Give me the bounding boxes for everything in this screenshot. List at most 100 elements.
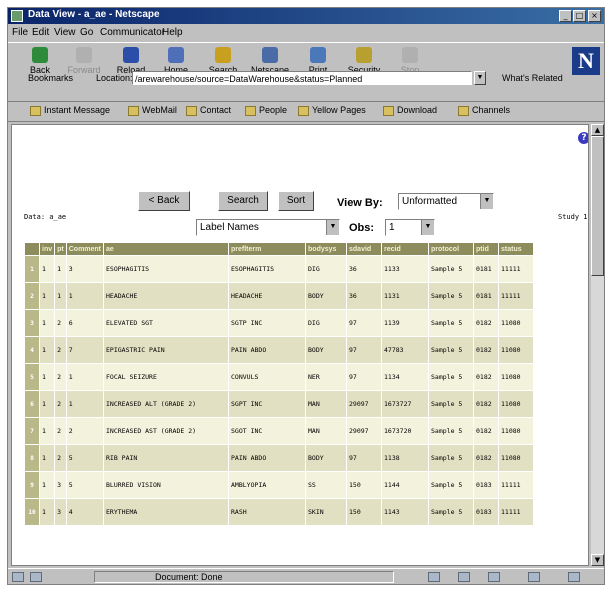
bookmarks-button[interactable]: Bookmarks	[28, 73, 73, 83]
home-icon	[168, 47, 184, 63]
sort-button[interactable]: Sort	[278, 191, 314, 211]
back-page-button[interactable]: < Back	[138, 191, 190, 211]
recid-cell: 1138	[382, 445, 429, 471]
people-link[interactable]: People	[245, 105, 287, 116]
column-header[interactable]: ptid	[474, 243, 499, 255]
title-bar[interactable]: Data View - a_ae - Netscape _ □ ×	[8, 8, 604, 24]
composer-icon[interactable]	[528, 572, 540, 582]
table-row[interactable]: 5 1 2 1 FOCAL SEIZURE CONVULS NER 97 1134 Sample …	[25, 364, 534, 390]
comment-cell: 2	[66, 418, 104, 444]
column-header[interactable]: bodysys	[306, 243, 347, 255]
discussion-icon[interactable]	[488, 572, 500, 582]
obs-select[interactable]: 1 ▼	[385, 219, 435, 236]
menu-go[interactable]: Go	[80, 27, 93, 38]
status-text: Document: Done	[94, 571, 394, 583]
status-cell: 11080	[499, 391, 534, 417]
bookmark-icon	[30, 105, 41, 116]
status-cell: 11111	[499, 283, 534, 309]
column-header[interactable]: pt	[55, 243, 66, 255]
mail-icon[interactable]	[458, 572, 470, 582]
bodysys-cell: SS	[306, 472, 347, 498]
data-table: inv pt Comment ae preflterm bodysys sdav…	[24, 242, 534, 526]
column-header[interactable]: recid	[382, 243, 429, 255]
webmail-link[interactable]: WebMail	[128, 105, 177, 116]
column-header[interactable]: preflterm	[229, 243, 306, 255]
column-header[interactable]: status	[499, 243, 534, 255]
whats-related-button[interactable]: What's Related	[502, 73, 563, 83]
table-row[interactable]: 9 1 3 5 BLURRED VISION AMBLYOPIA SS 150 1144 Samp…	[25, 472, 534, 498]
row-number: 1	[25, 256, 39, 282]
preflterm-cell: SGPT INC	[229, 391, 306, 417]
column-header[interactable]: protocol	[429, 243, 474, 255]
help-icon[interactable]: ?	[578, 132, 588, 144]
table-row[interactable]: 10 1 3 4 ERYTHEMA RASH SKIN 150 1143 Sample 5 0183…	[25, 499, 534, 525]
menu-help[interactable]: Help	[162, 27, 183, 38]
maximize-button[interactable]: □	[573, 10, 586, 22]
inv-cell: 1	[40, 256, 55, 282]
back-arrow-icon	[32, 47, 48, 63]
status-cell: 11111	[499, 472, 534, 498]
menu-communicator[interactable]: Communicator	[100, 27, 165, 38]
inv-cell: 1	[40, 445, 55, 471]
sdavid-cell: 150	[347, 472, 382, 498]
ptid-cell: 0182	[474, 445, 499, 471]
column-header[interactable]	[25, 243, 39, 255]
status-cell: 11080	[499, 310, 534, 336]
comment-cell: 7	[66, 337, 104, 363]
search-page-button[interactable]: Search	[218, 191, 268, 211]
inv-cell: 1	[40, 337, 55, 363]
bookmark-icon	[186, 105, 197, 116]
protocol-cell: Sample 5	[429, 445, 474, 471]
ae-cell: INCREASED AST (GRADE 2)	[104, 418, 229, 444]
download-link[interactable]: Download	[383, 105, 437, 116]
table-row[interactable]: 8 1 2 5 RIB PAIN PAIN ABDO BODY 97 1138 Sample 50…	[25, 445, 534, 471]
scroll-down-icon[interactable]: ▼	[591, 554, 604, 566]
menu-view[interactable]: View	[54, 27, 76, 38]
vertical-scrollbar[interactable]: ▲ ▼	[591, 124, 604, 566]
window-title: Data View - a_ae - Netscape	[28, 9, 160, 20]
row-number: 9	[25, 472, 39, 498]
yellow-pages-label: Yellow Pages	[312, 105, 366, 115]
label-names-select[interactable]: Label Names ▼	[196, 219, 340, 236]
dock-icon[interactable]	[568, 572, 580, 582]
ae-cell: BLURRED VISION	[104, 472, 229, 498]
column-header[interactable]: sdavid	[347, 243, 382, 255]
menu-edit[interactable]: Edit	[32, 27, 49, 38]
column-header[interactable]: inv	[40, 243, 55, 255]
menu-file[interactable]: File	[12, 27, 28, 38]
column-header[interactable]: ae	[104, 243, 229, 255]
location-dropdown-icon[interactable]: ▼	[474, 71, 486, 85]
recid-cell: 1673720	[382, 418, 429, 444]
scrollbar-thumb[interactable]	[591, 136, 604, 276]
view-by-value: Unformatted	[402, 196, 458, 207]
minimize-button[interactable]: _	[559, 10, 572, 22]
navigator-icon[interactable]	[428, 572, 440, 582]
instant-message-link[interactable]: Instant Message	[30, 105, 110, 116]
pt-cell: 2	[55, 445, 66, 471]
comment-cell: 6	[66, 310, 104, 336]
netscape-app-icon[interactable]	[11, 10, 23, 22]
table-row[interactable]: 4 1 2 7 EPIGASTRIC PAIN PAIN ABDO BODY 97 47783 S…	[25, 337, 534, 363]
table-row[interactable]: 7 1 2 2 INCREASED AST (GRADE 2) SGOT INC MAN 29…	[25, 418, 534, 444]
close-button[interactable]: ×	[588, 10, 601, 22]
sdavid-cell: 97	[347, 337, 382, 363]
table-row[interactable]: 1 1 1 3 ESOPHAGITIS ESOPHAGITIS DIG 36 1133 Sampl…	[25, 256, 534, 282]
view-by-select[interactable]: Unformatted ▼	[398, 193, 494, 210]
people-label: People	[259, 105, 288, 115]
column-header[interactable]: Comment	[66, 243, 104, 255]
comment-cell: 1	[66, 364, 104, 390]
location-input[interactable]: /arewarehouse/source=DataWarehouse&statu…	[132, 71, 472, 85]
yellow-pages-link[interactable]: Yellow Pages	[298, 105, 366, 116]
channels-link[interactable]: Channels	[458, 105, 510, 116]
ptid-cell: 0182	[474, 337, 499, 363]
table-row[interactable]: 2 1 1 1 HEADACHE HEADACHE BODY 36 1131 Sample 5 01…	[25, 283, 534, 309]
table-row[interactable]: 3 1 2 6 ELEVATED SGT SGTP INC DIG 97 1139 Sample …	[25, 310, 534, 336]
recid-cell: 1134	[382, 364, 429, 390]
browser-window: Data View - a_ae - Netscape _ □ × File E…	[7, 7, 605, 585]
inv-cell: 1	[40, 499, 55, 525]
bodysys-cell: MAN	[306, 418, 347, 444]
contact-link[interactable]: Contact	[186, 105, 231, 116]
scroll-up-icon[interactable]: ▲	[591, 124, 604, 136]
table-row[interactable]: 6 1 2 1 INCREASED ALT (GRADE 2) SGPT INC MAN 29…	[25, 391, 534, 417]
security-status-icon[interactable]	[12, 572, 24, 582]
